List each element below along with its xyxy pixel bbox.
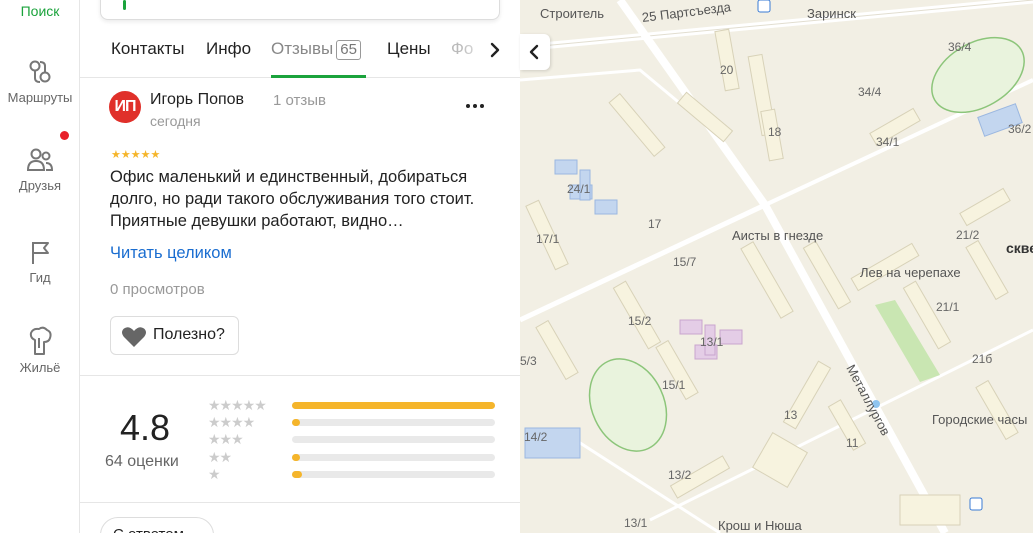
rating-value: 4.8 [120, 407, 171, 448]
more-options-icon[interactable] [463, 94, 487, 114]
read-more-link[interactable]: Читать целиком [110, 244, 232, 263]
left-rail: Поиск Маршруты Друзья Гид Жильё [0, 0, 80, 533]
map-house-number: 34/4 [858, 85, 882, 99]
rating-bar-fill [292, 454, 301, 461]
map-label-aisty[interactable]: Аисты в гнезде [732, 228, 823, 243]
map-house-number: 17 [648, 217, 662, 231]
map-house-number: 34/1 [876, 135, 900, 149]
rail-housing-label: Жильё [19, 360, 61, 375]
flag-icon [32, 242, 49, 264]
map-house-number: 13/1 [700, 335, 724, 349]
rail-friends-label: Друзья [18, 178, 62, 193]
map-label-skve[interactable]: скве [1006, 240, 1033, 256]
review-date: сегодня [150, 113, 201, 129]
rating-bar-track [292, 471, 495, 478]
map-house-number: 36/2 [1008, 122, 1032, 136]
map-house-number: 15/7 [673, 255, 697, 269]
housing-icon [29, 326, 52, 355]
map-house-number: 36/4 [948, 40, 972, 54]
map-house-number: 24/1 [567, 182, 591, 196]
filter-with-reply-chip[interactable]: С ответом [100, 517, 214, 533]
header-card [100, 0, 500, 20]
map-house-number: 21/1 [936, 300, 960, 314]
map[interactable]: Строитель 25 Партсъезда Заринск Аисты в … [520, 0, 1033, 533]
review-stars: ★★★★★ [111, 149, 161, 161]
tab-bar: Контакты Инфо Отзывы65 Цены Фо [80, 30, 520, 78]
map-house-number: 13/2 [668, 468, 692, 482]
rating-bar-track [292, 436, 495, 443]
rating-row-stars: ★★★★★ [208, 397, 267, 413]
rating-bar-fill [292, 402, 495, 409]
map-label-lev[interactable]: Лев на черепахе [860, 265, 961, 280]
rating-bar-track [292, 402, 495, 409]
rating-summary: 4.8 64 оценки ★★★★★ ★★★★ ★★★ ★★ ★ [80, 377, 520, 503]
tab-info[interactable]: Инфо [206, 39, 251, 59]
rail-guide[interactable]: Гид [0, 238, 80, 285]
map-house-number: 11 [846, 436, 859, 450]
map-house-number: 21/2 [956, 228, 980, 242]
rail-routes-label: Маршруты [7, 90, 73, 105]
business-panel: Контакты Инфо Отзывы65 Цены Фо ИП Игорь … [80, 0, 520, 533]
rating-row-stars: ★★★ [208, 431, 244, 447]
rating-row-stars: ★ [208, 466, 221, 482]
rating-bar-track [292, 454, 495, 461]
views-count: 0 просмотров [110, 281, 205, 298]
map-house-number: 15/2 [628, 314, 652, 328]
tab-reviews-label: Отзывы [271, 39, 334, 58]
map-label-zarinsk[interactable]: Заринск [807, 6, 856, 21]
map-house-number: 14/2 [524, 430, 548, 444]
tab-prices[interactable]: Цены [387, 39, 431, 59]
heart-icon [122, 327, 146, 347]
friends-icon [26, 148, 54, 171]
author-review-count: 1 отзыв [273, 92, 327, 109]
rail-housing[interactable]: Жильё [0, 326, 80, 375]
review-text: Офис маленький и единственный, добиратьс… [110, 168, 475, 230]
notification-dot [60, 131, 69, 140]
map-house-number: 21б [972, 352, 993, 366]
review-author[interactable]: Игорь Попов [150, 91, 244, 109]
map-label-stroitel[interactable]: Строитель [540, 6, 604, 21]
map-house-number: 13 [784, 408, 798, 422]
rating-bar-fill [292, 419, 301, 426]
map-house-number: 15/1 [662, 378, 686, 392]
routes-icon [29, 60, 51, 83]
rail-routes[interactable]: Маршруты [0, 58, 80, 105]
map-house-number: 5/3 [520, 354, 537, 368]
tab-reviews[interactable]: Отзывы 65 [271, 39, 361, 60]
pin-icon [123, 0, 126, 10]
rating-bar-fill [292, 471, 303, 478]
chevron-right-icon[interactable] [486, 38, 506, 62]
rail-friends[interactable]: Друзья [0, 146, 80, 193]
chevron-left-icon [529, 44, 539, 60]
review-card: ИП Игорь Попов 1 отзыв сегодня ★★★★★ Офи… [80, 78, 520, 376]
rating-row-stars: ★★★★ [208, 414, 255, 430]
rating-row-stars: ★★ [208, 449, 232, 465]
rail-search[interactable]: Поиск [0, 3, 80, 19]
map-label-chasy[interactable]: Городские часы [932, 412, 1027, 427]
rating-bar-track [292, 419, 495, 426]
map-house-number: 20 [720, 63, 734, 77]
tab-contacts[interactable]: Контакты [111, 39, 184, 59]
map-house-number: 18 [768, 125, 782, 139]
rail-guide-label: Гид [29, 270, 51, 285]
rail-search-label: Поиск [20, 3, 60, 19]
rating-count: 64 оценки [105, 453, 179, 470]
map-house-number: 13/1 [624, 516, 648, 530]
avatar[interactable]: ИП [109, 91, 141, 123]
map-house-number: 17/1 [536, 232, 560, 246]
useful-button[interactable]: Полезно? [110, 316, 239, 355]
collapse-panel-button[interactable] [520, 34, 550, 70]
useful-label: Полезно? [153, 326, 225, 343]
reviews-count-badge: 65 [336, 40, 361, 60]
map-label-krosh[interactable]: Крош и Нюша [718, 518, 802, 533]
